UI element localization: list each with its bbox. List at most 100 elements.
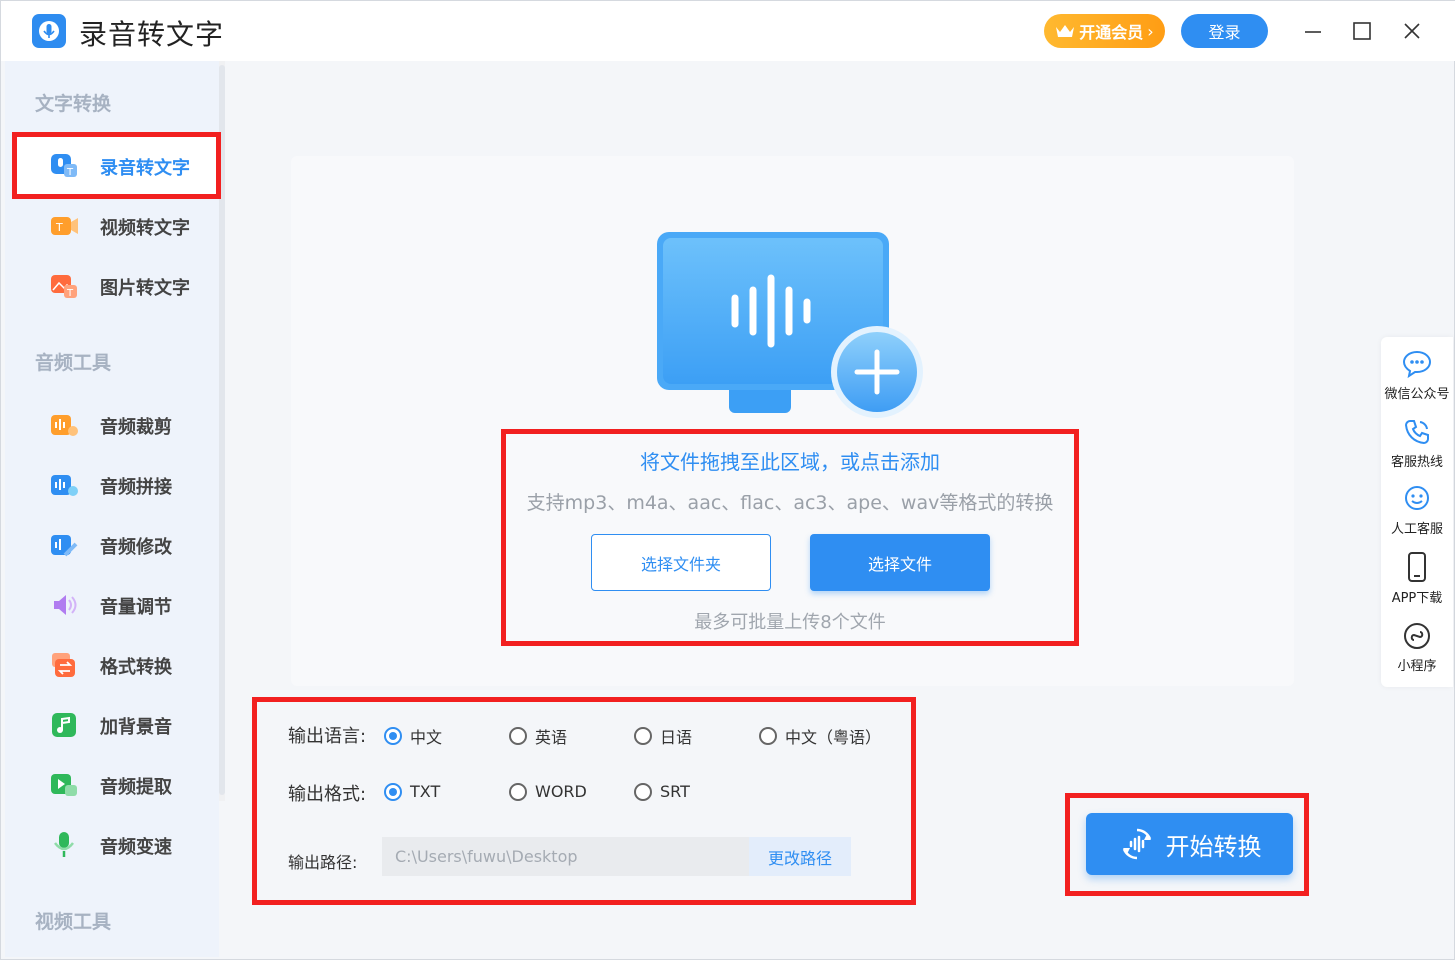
output-format-label: 输出格式: bbox=[288, 784, 367, 805]
radio-dot[interactable] bbox=[509, 727, 527, 745]
panel-item-wechat[interactable]: 微信公众号 bbox=[1381, 349, 1453, 402]
sidebar-item-volume[interactable]: 音量调节 bbox=[13, 576, 219, 634]
panel-item-service[interactable]: 人工客服 bbox=[1381, 484, 1453, 537]
sidebar-item-image-to-text[interactable]: T 图片转文字 bbox=[13, 257, 219, 315]
sidebar-item-audio-extract[interactable]: 音频提取 bbox=[13, 756, 219, 814]
section-title-video: 视频工具 bbox=[35, 911, 112, 933]
minimize-button[interactable] bbox=[1297, 15, 1329, 47]
title-bar: 录音转文字 开通会员 › 登录 bbox=[1, 1, 1455, 61]
radio-dot[interactable] bbox=[759, 727, 777, 745]
panel-item-label: 微信公众号 bbox=[1384, 387, 1450, 402]
close-button[interactable] bbox=[1396, 15, 1428, 47]
music-icon bbox=[52, 713, 76, 737]
drop-instruction: 将文件拖拽至此区域，或点击添加 bbox=[640, 450, 940, 474]
section-title-text: 文字转换 bbox=[35, 93, 112, 115]
sidebar-item-audio-merge[interactable]: 音频拼接 bbox=[13, 456, 219, 514]
panel-item-label: APP下载 bbox=[1391, 591, 1443, 606]
sidebar-item-format-convert[interactable]: 格式转换 bbox=[13, 636, 219, 694]
radio-label: 中文 bbox=[410, 728, 443, 747]
select-folder-button[interactable]: 选择文件夹 bbox=[591, 534, 771, 591]
sidebar-item-label: 音频提取 bbox=[100, 777, 172, 798]
radio-format-word[interactable]: WORD bbox=[509, 782, 587, 801]
output-path-input[interactable] bbox=[382, 837, 749, 876]
svg-text:T: T bbox=[66, 288, 74, 299]
change-path-button[interactable]: 更改路径 bbox=[749, 837, 851, 876]
mobile-icon bbox=[1408, 552, 1426, 582]
audio-edit-icon bbox=[51, 535, 78, 557]
radio-dot[interactable] bbox=[634, 727, 652, 745]
video-to-text-icon: T bbox=[51, 217, 78, 235]
start-convert-label: 开始转换 bbox=[1165, 832, 1262, 861]
app-window: 录音转文字 开通会员 › 登录 文字转换 T 录音转文字 T 视频转文字 T 图… bbox=[0, 0, 1455, 960]
radio-dot[interactable] bbox=[509, 782, 527, 801]
upload-monitor-icon[interactable] bbox=[651, 226, 931, 426]
sidebar-item-label: 录音转文字 bbox=[100, 158, 190, 179]
sidebar-item-background-music[interactable]: 加背景音 bbox=[13, 696, 219, 754]
volume-icon bbox=[54, 595, 77, 615]
sidebar-item-label: 音量调节 bbox=[100, 597, 172, 618]
radio-label: 中文（粤语） bbox=[785, 728, 882, 747]
convert-audio-icon bbox=[1122, 828, 1151, 860]
audio-extract-icon bbox=[51, 774, 77, 796]
output-path-label: 输出路径: bbox=[288, 853, 358, 872]
app-title: 录音转文字 bbox=[79, 18, 225, 51]
sidebar-item-video-to-text[interactable]: T 视频转文字 bbox=[13, 197, 219, 255]
radio-dot[interactable] bbox=[384, 782, 402, 801]
sidebar-item-label: 格式转换 bbox=[100, 657, 172, 678]
panel-item-label: 小程序 bbox=[1397, 659, 1437, 674]
radio-format-txt[interactable]: TXT bbox=[384, 782, 440, 801]
vip-label: 开通会员 bbox=[1079, 23, 1144, 42]
panel-item-hotline[interactable]: 客服热线 bbox=[1381, 417, 1453, 470]
audio-cut-icon bbox=[51, 415, 78, 436]
select-file-button[interactable]: 选择文件 bbox=[810, 534, 990, 591]
panel-item-label: 客服热线 bbox=[1390, 455, 1443, 470]
maximize-button[interactable] bbox=[1346, 15, 1378, 47]
sidebar-item-audio-edit[interactable]: 音频修改 bbox=[13, 516, 219, 574]
panel-item-mini-program[interactable]: 小程序 bbox=[1381, 621, 1453, 674]
svg-text:T: T bbox=[55, 221, 63, 234]
sidebar-item-audio-to-text[interactable]: T 录音转文字 bbox=[13, 137, 219, 195]
sidebar: 文字转换 T 录音转文字 T 视频转文字 T 图片转文字 音频工具 音频裁剪 音… bbox=[5, 61, 219, 957]
chevron-right-icon: › bbox=[1147, 21, 1154, 41]
sidebar-item-audio-speed[interactable]: 音频变速 bbox=[13, 816, 219, 874]
wechat-icon bbox=[1402, 350, 1432, 379]
radio-label: 英语 bbox=[535, 728, 568, 747]
format-convert-icon bbox=[52, 653, 75, 677]
svg-text:T: T bbox=[66, 167, 74, 178]
radio-format-srt[interactable]: SRT bbox=[634, 782, 690, 801]
minimize-icon bbox=[1305, 31, 1321, 33]
panel-item-label: 人工客服 bbox=[1390, 522, 1443, 537]
sidebar-item-label: 加背景音 bbox=[100, 717, 172, 738]
sidebar-item-label: 视频转文字 bbox=[100, 218, 190, 239]
radio-language-cantonese[interactable]: 中文（粤语） bbox=[759, 724, 881, 748]
microphone-icon bbox=[54, 832, 74, 857]
close-icon bbox=[1404, 23, 1420, 39]
crown-icon bbox=[1056, 25, 1075, 37]
radio-label: WORD bbox=[535, 782, 587, 801]
radio-dot[interactable] bbox=[384, 727, 402, 745]
login-button[interactable]: 登录 bbox=[1181, 14, 1268, 48]
radio-language-japanese[interactable]: 日语 bbox=[634, 724, 692, 748]
phone-icon bbox=[1404, 420, 1429, 445]
radio-language-chinese[interactable]: 中文 bbox=[384, 724, 442, 748]
sidebar-item-label: 音频拼接 bbox=[100, 477, 172, 498]
maximize-icon bbox=[1353, 22, 1371, 40]
service-panel: 微信公众号 客服热线 人工客服 APP下载 小程序 bbox=[1381, 337, 1453, 687]
radio-label: 日语 bbox=[660, 728, 693, 747]
service-icon bbox=[1405, 486, 1429, 510]
sidebar-item-label: 音频裁剪 bbox=[100, 417, 172, 438]
panel-item-app-download[interactable]: APP下载 bbox=[1381, 551, 1453, 606]
sidebar-item-label: 图片转文字 bbox=[100, 278, 190, 299]
start-convert-button[interactable]: 开始转换 bbox=[1086, 813, 1293, 875]
audio-merge-icon bbox=[51, 475, 78, 496]
radio-label: TXT bbox=[410, 782, 441, 801]
sidebar-item-label: 音频变速 bbox=[100, 837, 172, 858]
radio-label: SRT bbox=[660, 782, 690, 801]
radio-language-english[interactable]: 英语 bbox=[509, 724, 567, 748]
vip-button[interactable]: 开通会员 › bbox=[1044, 14, 1165, 48]
radio-dot[interactable] bbox=[634, 782, 652, 801]
mini-program-icon bbox=[1404, 623, 1430, 649]
sidebar-item-audio-cut[interactable]: 音频裁剪 bbox=[13, 396, 219, 454]
app-logo-icon bbox=[32, 14, 66, 48]
output-language-label: 输出语言: bbox=[288, 726, 367, 747]
